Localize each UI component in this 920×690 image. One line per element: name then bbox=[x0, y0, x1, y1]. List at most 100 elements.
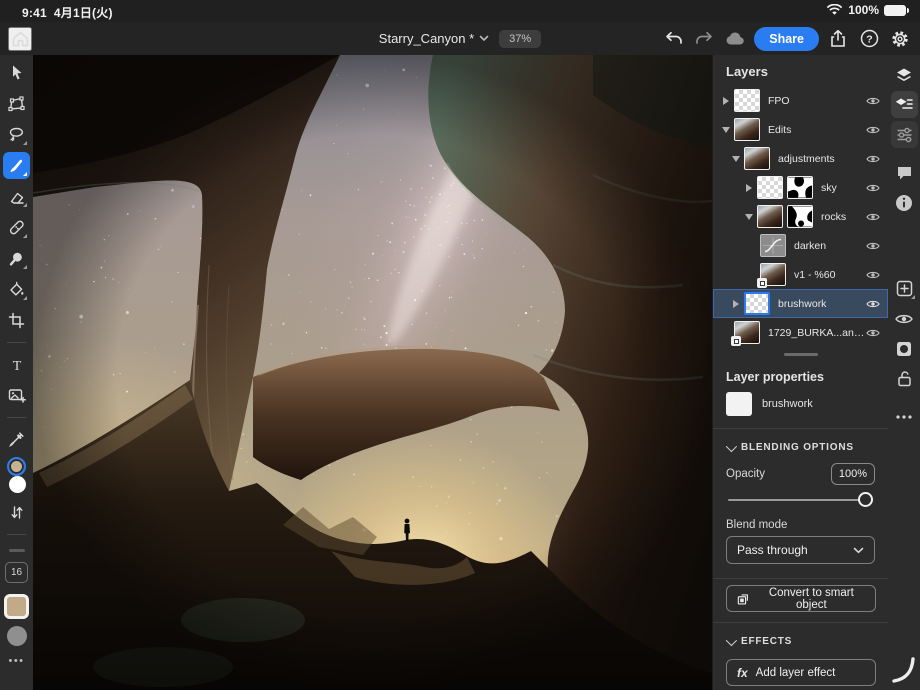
slider-thumb[interactable] bbox=[858, 492, 873, 507]
disclosure-collapsed-icon[interactable] bbox=[744, 184, 754, 192]
chevron-down-icon bbox=[726, 440, 737, 451]
disclosure-collapsed-icon[interactable] bbox=[731, 300, 741, 308]
corner-gesture-indicator bbox=[891, 656, 917, 684]
effects-header[interactable]: EFFECTS bbox=[713, 627, 888, 653]
opacity-value-field[interactable]: 100% bbox=[831, 463, 875, 485]
crop-tool[interactable] bbox=[3, 307, 30, 334]
type-tool[interactable]: T bbox=[3, 351, 30, 378]
move-tool[interactable] bbox=[3, 59, 30, 86]
layer-row-v1[interactable]: v1 - %60 bbox=[713, 260, 888, 289]
layer-row-sky[interactable]: sky bbox=[713, 173, 888, 202]
cloud-sync-button[interactable] bbox=[723, 27, 747, 51]
share-button[interactable]: Share bbox=[754, 27, 819, 51]
export-button[interactable] bbox=[826, 27, 850, 51]
zoom-level-badge[interactable]: 37% bbox=[499, 30, 541, 48]
blend-mode-dropdown[interactable]: Pass through bbox=[726, 536, 875, 564]
slider-track bbox=[728, 499, 873, 501]
visibility-eye-icon[interactable] bbox=[866, 154, 880, 164]
disclosure-expanded-icon[interactable] bbox=[744, 214, 754, 220]
help-icon: ? bbox=[860, 29, 879, 48]
layers-compact-view-button[interactable] bbox=[891, 61, 918, 88]
undo-icon bbox=[664, 31, 683, 46]
disclosure-expanded-icon[interactable] bbox=[731, 156, 741, 162]
layer-properties-summary: brushwork bbox=[713, 390, 888, 424]
layer-row-darken[interactable]: darken bbox=[713, 231, 888, 260]
place-photo-icon bbox=[8, 387, 26, 404]
layers-detail-view-button[interactable] bbox=[891, 91, 918, 118]
more-tool-options-button[interactable]: ••• bbox=[8, 655, 24, 667]
smart-object-thumbnail bbox=[760, 263, 786, 286]
layer-row-adjustments[interactable]: adjustments bbox=[713, 144, 888, 173]
brush-color-swatch[interactable] bbox=[4, 594, 29, 619]
layer-row-1729-burka[interactable]: 1729_BURKA...anced-NR33 bbox=[713, 318, 888, 347]
redo-button[interactable] bbox=[692, 27, 716, 51]
comments-button[interactable] bbox=[891, 159, 918, 186]
visibility-eye-icon[interactable] bbox=[866, 125, 880, 135]
lasso-tool[interactable] bbox=[3, 121, 30, 148]
layer-thumbnail-selected bbox=[744, 292, 770, 315]
opacity-slider[interactable] bbox=[728, 489, 873, 511]
svg-text:T: T bbox=[12, 359, 21, 373]
foreground-color-chip[interactable] bbox=[7, 457, 26, 476]
layer-row-edits[interactable]: Edits bbox=[713, 115, 888, 144]
visibility-eye-icon[interactable] bbox=[866, 299, 880, 309]
visibility-eye-icon[interactable] bbox=[866, 270, 880, 280]
visibility-eye-icon[interactable] bbox=[866, 241, 880, 251]
transform-tool[interactable] bbox=[3, 90, 30, 117]
healing-brush-tool[interactable] bbox=[3, 214, 30, 241]
brush-preview-circle[interactable] bbox=[7, 626, 27, 646]
add-layer-effect-button[interactable]: fx Add layer effect bbox=[726, 659, 876, 686]
layer-thumbnail bbox=[744, 147, 770, 170]
properties-button[interactable] bbox=[891, 121, 918, 148]
panel-resize-handle[interactable] bbox=[784, 353, 818, 356]
swap-colors-button[interactable] bbox=[3, 499, 30, 526]
layers-list-icon bbox=[895, 97, 913, 112]
toolbar-divider bbox=[7, 417, 26, 418]
place-photo-tool[interactable] bbox=[3, 382, 30, 409]
layer-thumbnail bbox=[757, 176, 783, 199]
convert-to-smart-object-button[interactable]: Convert to smart object bbox=[726, 585, 876, 612]
add-layer-button[interactable] bbox=[891, 275, 918, 302]
lock-layer-button[interactable] bbox=[891, 365, 918, 392]
more-options-button[interactable] bbox=[891, 403, 918, 430]
tool-bar: T 16 ••• bbox=[0, 55, 33, 690]
options-drag-handle[interactable] bbox=[9, 549, 25, 552]
disclosure-expanded-icon[interactable] bbox=[721, 127, 731, 133]
mask-icon bbox=[896, 341, 912, 357]
visibility-eye-icon[interactable] bbox=[866, 212, 880, 222]
blend-mode-label: Blend mode bbox=[713, 513, 888, 536]
visibility-eye-icon[interactable] bbox=[866, 328, 880, 338]
clone-stamp-tool[interactable] bbox=[3, 245, 30, 272]
brush-tool[interactable] bbox=[3, 152, 30, 179]
brush-size-field[interactable]: 16 bbox=[5, 562, 28, 583]
layer-row-fpo[interactable]: FPO bbox=[713, 86, 888, 115]
canvas[interactable] bbox=[33, 55, 712, 690]
layer-row-brushwork[interactable]: brushwork bbox=[713, 289, 888, 318]
gear-icon bbox=[890, 29, 910, 49]
visibility-eye-icon[interactable] bbox=[866, 183, 880, 193]
add-mask-button[interactable] bbox=[891, 335, 918, 362]
eraser-tool[interactable] bbox=[3, 183, 30, 210]
photoshop-ipad-app: 9:41 4月1日(火) 100% Starry_Canyon * 37% bbox=[0, 0, 920, 690]
undo-button[interactable] bbox=[661, 27, 685, 51]
eyedropper-icon bbox=[8, 431, 25, 448]
document-title[interactable]: Starry_Canyon * bbox=[379, 31, 489, 46]
layer-row-rocks[interactable]: rocks bbox=[713, 202, 888, 231]
eyedropper-tool[interactable] bbox=[3, 426, 30, 453]
visibility-eye-icon[interactable] bbox=[866, 96, 880, 106]
help-button[interactable]: ? bbox=[857, 27, 881, 51]
fill-tool[interactable] bbox=[3, 276, 30, 303]
smart-object-icon bbox=[737, 592, 750, 606]
color-chips[interactable] bbox=[5, 457, 29, 495]
blending-options-header[interactable]: BLENDING OPTIONS bbox=[713, 433, 888, 459]
svg-text:?: ? bbox=[866, 33, 872, 45]
settings-button[interactable] bbox=[888, 27, 912, 51]
move-tool-icon bbox=[9, 64, 25, 81]
right-taskbar bbox=[888, 55, 920, 690]
layer-visibility-button[interactable] bbox=[891, 305, 918, 332]
fx-icon: fx bbox=[737, 666, 748, 680]
battery-percent: 100% bbox=[848, 3, 879, 17]
disclosure-collapsed-icon[interactable] bbox=[721, 97, 731, 105]
info-button[interactable] bbox=[891, 189, 918, 216]
background-color-chip[interactable] bbox=[9, 476, 26, 493]
